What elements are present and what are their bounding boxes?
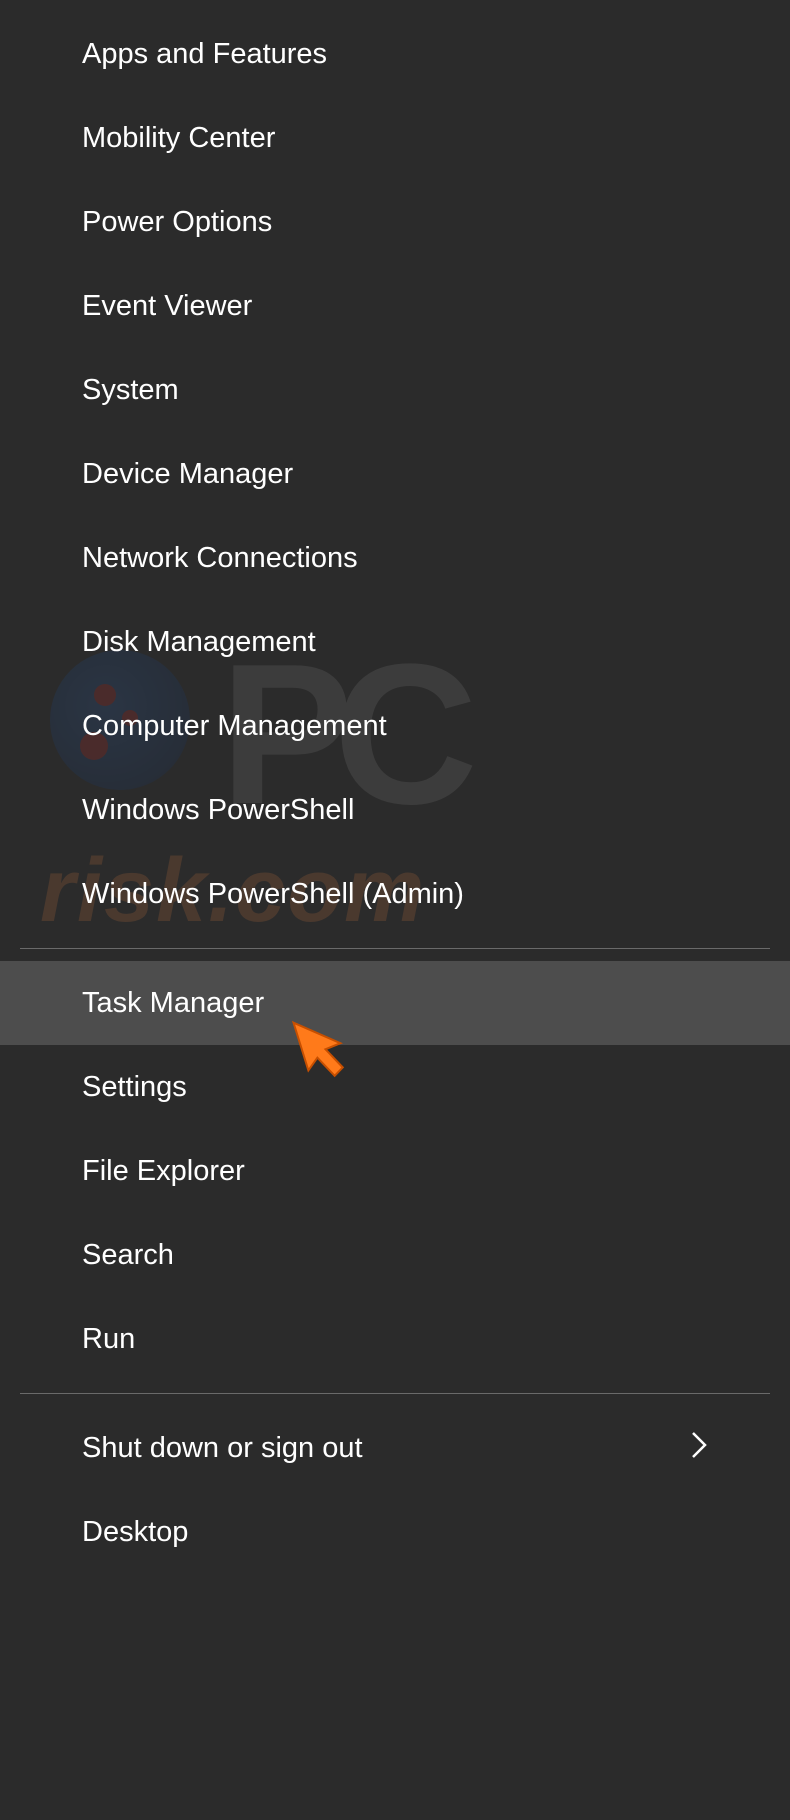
menu-item-apps-and-features[interactable]: Apps and Features	[0, 12, 790, 96]
menu-item-label: Shut down or sign out	[82, 1432, 363, 1465]
menu-item-label: Windows PowerShell	[82, 794, 354, 827]
menu-item-search[interactable]: Search	[0, 1213, 790, 1297]
menu-item-label: Device Manager	[82, 458, 293, 491]
menu-item-run[interactable]: Run	[0, 1297, 790, 1381]
menu-item-file-explorer[interactable]: File Explorer	[0, 1129, 790, 1213]
menu-item-system[interactable]: System	[0, 348, 790, 432]
menu-item-label: Disk Management	[82, 626, 316, 659]
menu-item-task-manager[interactable]: Task Manager	[0, 961, 790, 1045]
menu-item-windows-powershell[interactable]: Windows PowerShell	[0, 768, 790, 852]
menu-item-label: Power Options	[82, 206, 272, 239]
menu-item-settings[interactable]: Settings	[0, 1045, 790, 1129]
menu-item-event-viewer[interactable]: Event Viewer	[0, 264, 790, 348]
menu-item-computer-management[interactable]: Computer Management	[0, 684, 790, 768]
menu-item-device-manager[interactable]: Device Manager	[0, 432, 790, 516]
menu-item-label: Computer Management	[82, 710, 387, 743]
menu-item-desktop[interactable]: Desktop	[0, 1490, 790, 1574]
menu-item-label: Mobility Center	[82, 122, 275, 155]
menu-item-mobility-center[interactable]: Mobility Center	[0, 96, 790, 180]
menu-item-power-options[interactable]: Power Options	[0, 180, 790, 264]
menu-separator	[20, 948, 770, 949]
menu-item-label: Windows PowerShell (Admin)	[82, 878, 464, 911]
menu-item-label: Task Manager	[82, 987, 264, 1020]
menu-item-label: File Explorer	[82, 1155, 245, 1188]
menu-item-label: Settings	[82, 1071, 187, 1104]
menu-item-shut-down-or-sign-out[interactable]: Shut down or sign out	[0, 1406, 790, 1490]
menu-item-label: Desktop	[82, 1516, 188, 1549]
menu-separator	[20, 1393, 770, 1394]
menu-item-label: Event Viewer	[82, 290, 252, 323]
menu-item-label: Search	[82, 1239, 174, 1272]
menu-item-network-connections[interactable]: Network Connections	[0, 516, 790, 600]
menu-item-label: Run	[82, 1323, 135, 1356]
menu-item-label: Network Connections	[82, 542, 358, 575]
chevron-right-icon	[690, 1430, 708, 1467]
menu-item-windows-powershell-admin[interactable]: Windows PowerShell (Admin)	[0, 852, 790, 936]
winx-context-menu: Apps and Features Mobility Center Power …	[0, 0, 790, 1574]
menu-item-label: Apps and Features	[82, 38, 327, 71]
menu-item-disk-management[interactable]: Disk Management	[0, 600, 790, 684]
menu-item-label: System	[82, 374, 179, 407]
